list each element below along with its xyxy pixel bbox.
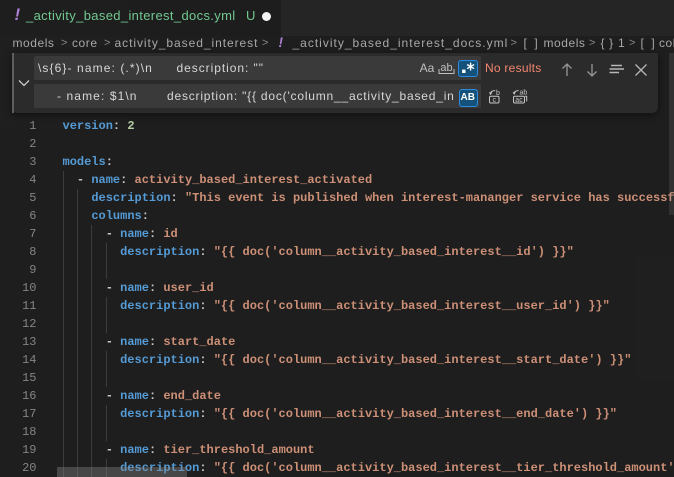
svg-text:ab: ab [519,90,527,97]
svg-text:ac: ac [515,97,523,104]
svg-text:ab: ab [440,62,452,74]
svg-text:c: c [493,97,497,104]
